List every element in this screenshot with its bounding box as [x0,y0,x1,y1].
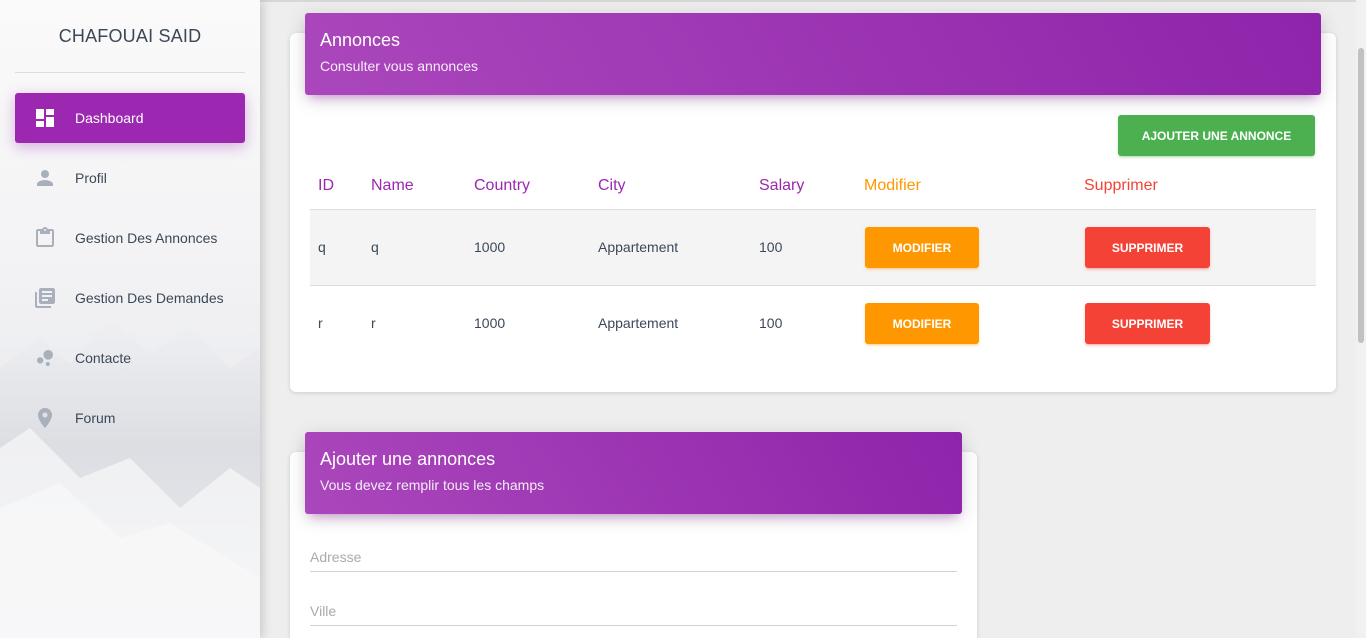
modifier-button[interactable]: MODIFIER [865,227,979,268]
sidebar-item-gestion-demandes[interactable]: Gestion Des Demandes [15,273,245,323]
sidebar: CHAFOUAI SAID Dashboard Profil Gestion D… [0,0,260,638]
column-header-name: Name [371,177,414,194]
annonces-title: Annonces [320,30,401,50]
cell-salary: 100 [759,315,783,331]
page-scrollbar[interactable] [1356,0,1366,638]
supprimer-button[interactable]: SUPPRIMER [1085,227,1210,268]
add-annonce-button[interactable]: AJOUTER UNE ANNONCE [1118,115,1315,156]
adresse-input[interactable] [310,549,957,565]
cell-name: r [371,315,376,331]
sidebar-item-label: Contacte [75,350,132,366]
clipboard-icon [15,213,75,263]
sidebar-item-label: Profil [75,170,107,186]
supprimer-button[interactable]: SUPPRIMER [1085,303,1210,344]
column-header-id: ID [318,177,334,194]
sidebar-item-gestion-annonces[interactable]: Gestion Des Annonces [15,213,245,263]
sidebar-item-label: Gestion Des Annonces [75,230,218,246]
cell-country: 1000 [474,239,506,255]
cell-id: r [318,315,323,331]
annonces-subtitle: Consulter vous annonces [320,58,478,74]
annonces-card-header: Annonces Consulter vous annonces [305,13,1321,95]
sidebar-item-dashboard[interactable]: Dashboard [15,93,245,143]
ville-input[interactable] [310,603,957,619]
column-header-salary: Salary [759,177,805,194]
library-books-icon [15,273,75,323]
person-icon [15,153,75,203]
cell-name: q [371,239,379,255]
sidebar-item-contacte[interactable]: Contacte [15,333,245,383]
column-header-modifier: Modifier [864,177,921,194]
ajouter-subtitle: Vous devez remplir tous les champs [320,477,545,493]
sidebar-item-label: Forum [75,410,116,426]
ville-field [310,596,957,626]
location-pin-icon [15,393,75,443]
cell-salary: 100 [759,239,783,255]
sidebar-item-forum[interactable]: Forum [15,393,245,443]
ajouter-card-header: Ajouter une annonces Vous devez remplir … [305,432,962,514]
dashboard-icon [15,93,75,143]
cell-city: Appartement [598,315,679,331]
cell-city: Appartement [598,239,679,255]
column-header-country: Country [474,177,531,194]
adresse-field [310,542,957,572]
column-header-supprimer: Supprimer [1084,177,1158,194]
column-header-city: City [598,177,626,194]
sidebar-brand[interactable]: CHAFOUAI SAID [15,0,245,73]
sidebar-item-label: Dashboard [75,110,144,126]
sidebar-item-profil[interactable]: Profil [15,153,245,203]
cell-id: q [318,239,326,255]
bubble-chart-icon [15,333,75,383]
cell-country: 1000 [474,315,506,331]
scrollbar-thumb[interactable] [1358,48,1364,343]
sidebar-item-label: Gestion Des Demandes [75,290,224,306]
ajouter-title: Ajouter une annonces [320,449,496,469]
sidebar-nav: Dashboard Profil Gestion Des Annonces Ge… [15,93,245,453]
modifier-button[interactable]: MODIFIER [865,303,979,344]
